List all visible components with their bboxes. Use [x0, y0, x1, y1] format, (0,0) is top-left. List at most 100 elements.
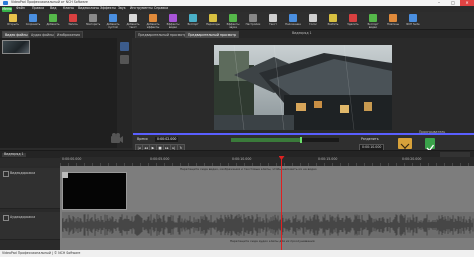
- menu-help[interactable]: Справка: [154, 7, 168, 10]
- toolbar-button-label: Наложение: [285, 23, 301, 26]
- playhead[interactable]: [281, 156, 282, 250]
- panel-tabs: Видео файлы Аудио файлы Изображения Пред…: [0, 30, 474, 39]
- audio-waveform: [61, 214, 474, 236]
- bin-folder-icon[interactable]: [120, 42, 129, 51]
- audio-track-header[interactable]: Аудиодорожка: [0, 212, 60, 240]
- toolbar-button-13[interactable]: Текст: [264, 13, 282, 28]
- split-label: Разделить: [361, 137, 379, 141]
- timecode-label: Время: [137, 137, 148, 141]
- toolbar-button-label: Плагины: [387, 23, 399, 26]
- bin-view-icon[interactable]: [120, 55, 129, 64]
- redo-icon: [89, 14, 97, 22]
- toolbar-button-7[interactable]: Добавить эффекты: [144, 13, 162, 29]
- toolbar-button-3[interactable]: Запись: [64, 13, 82, 28]
- confirm-button[interactable]: [425, 138, 435, 152]
- toolbar-button-16[interactable]: Разбить: [324, 13, 342, 28]
- toolbar-button-label: Эффекты звука: [226, 23, 240, 29]
- toolbar-button-14[interactable]: Наложение: [284, 13, 302, 28]
- effects-icon: [149, 14, 157, 22]
- video-clip-handle[interactable]: [62, 172, 68, 178]
- menu-audio[interactable]: Звук: [118, 7, 126, 10]
- toolbar-button-label: Сохранить: [25, 23, 41, 26]
- toolbar-button-17[interactable]: Удалить: [344, 13, 362, 28]
- sequence-tab[interactable]: Видеоряд 1: [2, 152, 26, 157]
- toolbar-button-5[interactable]: Добавить пустой: [104, 13, 122, 29]
- text-block-icon: [269, 14, 277, 22]
- toolbar-button-2[interactable]: Добавить: [44, 13, 62, 28]
- timecode-display[interactable]: 0:00:02.000: [155, 137, 179, 143]
- menu-clips[interactable]: Клипы: [63, 7, 74, 10]
- toolbar-button-0[interactable]: Открыть: [4, 13, 22, 28]
- menu-edit[interactable]: Правка: [32, 7, 44, 10]
- audio-track-checkbox[interactable]: [3, 215, 9, 221]
- scrub-handle[interactable]: [300, 137, 302, 143]
- toolbar-button-label: NCH Suite: [406, 23, 420, 26]
- audio-fx-icon: [229, 14, 237, 22]
- window-title: VideoPad Профессиональный от NCH Softwar…: [11, 0, 88, 5]
- video-track-header[interactable]: Видеодорожка: [0, 168, 60, 209]
- video-track-hint: Перетащите сюда видео, изображения и тек…: [180, 167, 317, 171]
- toolbar-button-12[interactable]: Настройки: [244, 13, 262, 28]
- main-menu-button[interactable]: Меню: [2, 6, 12, 12]
- video-track-checkbox[interactable]: [3, 171, 9, 177]
- transition-icon: [209, 14, 217, 22]
- text-icon: [129, 14, 137, 22]
- menu-view[interactable]: Вид: [50, 7, 56, 10]
- video-frame: [214, 45, 392, 130]
- toolbar-button-8[interactable]: Эффекты видео: [164, 13, 182, 29]
- app-icon: [3, 1, 8, 5]
- toolbar-button-label: Экспорт видео: [367, 23, 379, 29]
- toolbar-button-label: Текст: [269, 23, 277, 26]
- status-bar: VideoPad Профессиональный | © NCH Softwa…: [0, 250, 474, 257]
- audio-track-hint: Перетащите сюда аудио клипы для их просл…: [230, 239, 315, 243]
- ruler-mark-2: 0:00:10.000: [232, 157, 252, 161]
- toolbar-button-label: Открыть: [7, 23, 19, 26]
- toolbar-button-label: Настройки: [245, 23, 261, 26]
- scrub-progress: [231, 138, 301, 142]
- menu-videoclips[interactable]: Видеоклипы: [78, 7, 99, 10]
- record-icon: [69, 14, 77, 22]
- toolbar-button-label: Повторить: [85, 23, 101, 26]
- media-bin: [0, 38, 132, 148]
- toolbar-button-19[interactable]: Плагины: [384, 13, 402, 28]
- sequence-label: Видеоряд 1: [292, 31, 312, 35]
- ruler-mark-4: 0:00:20.000: [402, 157, 422, 161]
- toolbar-button-1[interactable]: Сохранить: [24, 13, 42, 28]
- menu-file[interactable]: Файл: [16, 7, 25, 10]
- menu-effects[interactable]: Эффекты: [100, 7, 116, 10]
- monitor-label: Проигрыватель: [419, 130, 446, 134]
- ruler-mark-3: 0:00:15.000: [318, 157, 338, 161]
- add-file-icon: [49, 14, 57, 22]
- settings-icon: [249, 14, 257, 22]
- toolbar-button-20[interactable]: NCH Suite: [404, 13, 422, 28]
- toolbar-button-label: Добавить текст: [126, 23, 140, 29]
- track-headers: Видеодорожка Аудиодорожка: [0, 166, 60, 257]
- delete-icon: [349, 14, 357, 22]
- export-video-icon: [369, 14, 377, 22]
- split-icon: [329, 14, 337, 22]
- media-thumbnail[interactable]: [2, 40, 30, 54]
- video-clip[interactable]: [62, 172, 127, 210]
- toolbar-button-label: Экспорт: [187, 23, 199, 26]
- toolbar-button-9[interactable]: Экспорт: [184, 13, 202, 28]
- toolbar-button-label: Добавить пустой: [106, 23, 120, 29]
- toolbar-button-11[interactable]: Эффекты звука: [224, 13, 242, 29]
- save-icon: [29, 14, 37, 22]
- menu-tools[interactable]: Инструменты: [130, 7, 153, 10]
- toolbar-button-4[interactable]: Повторить: [84, 13, 102, 28]
- toolbar-button-10[interactable]: Переходы: [204, 13, 222, 28]
- overlay-icon: [289, 14, 297, 22]
- toolbar-button-label: Добавить эффекты: [146, 23, 160, 29]
- audio-clip[interactable]: [61, 212, 474, 238]
- toolbar-button-15[interactable]: Голос: [304, 13, 322, 28]
- export-icon: [189, 14, 197, 22]
- toolbar-button-label: Запись: [68, 23, 78, 26]
- ruler-mark-1: 0:00:05.000: [150, 157, 170, 161]
- toolbar-button-18[interactable]: Экспорт видео: [364, 13, 382, 29]
- toolbar-button-label: Добавить: [46, 23, 60, 26]
- plugins-icon: [389, 14, 397, 22]
- status-text: VideoPad Профессиональный | © NCH Softwa…: [2, 251, 81, 255]
- toolbar-button-6[interactable]: Добавить текст: [124, 13, 142, 29]
- camera-icon: [110, 130, 124, 143]
- split-button[interactable]: [398, 138, 412, 152]
